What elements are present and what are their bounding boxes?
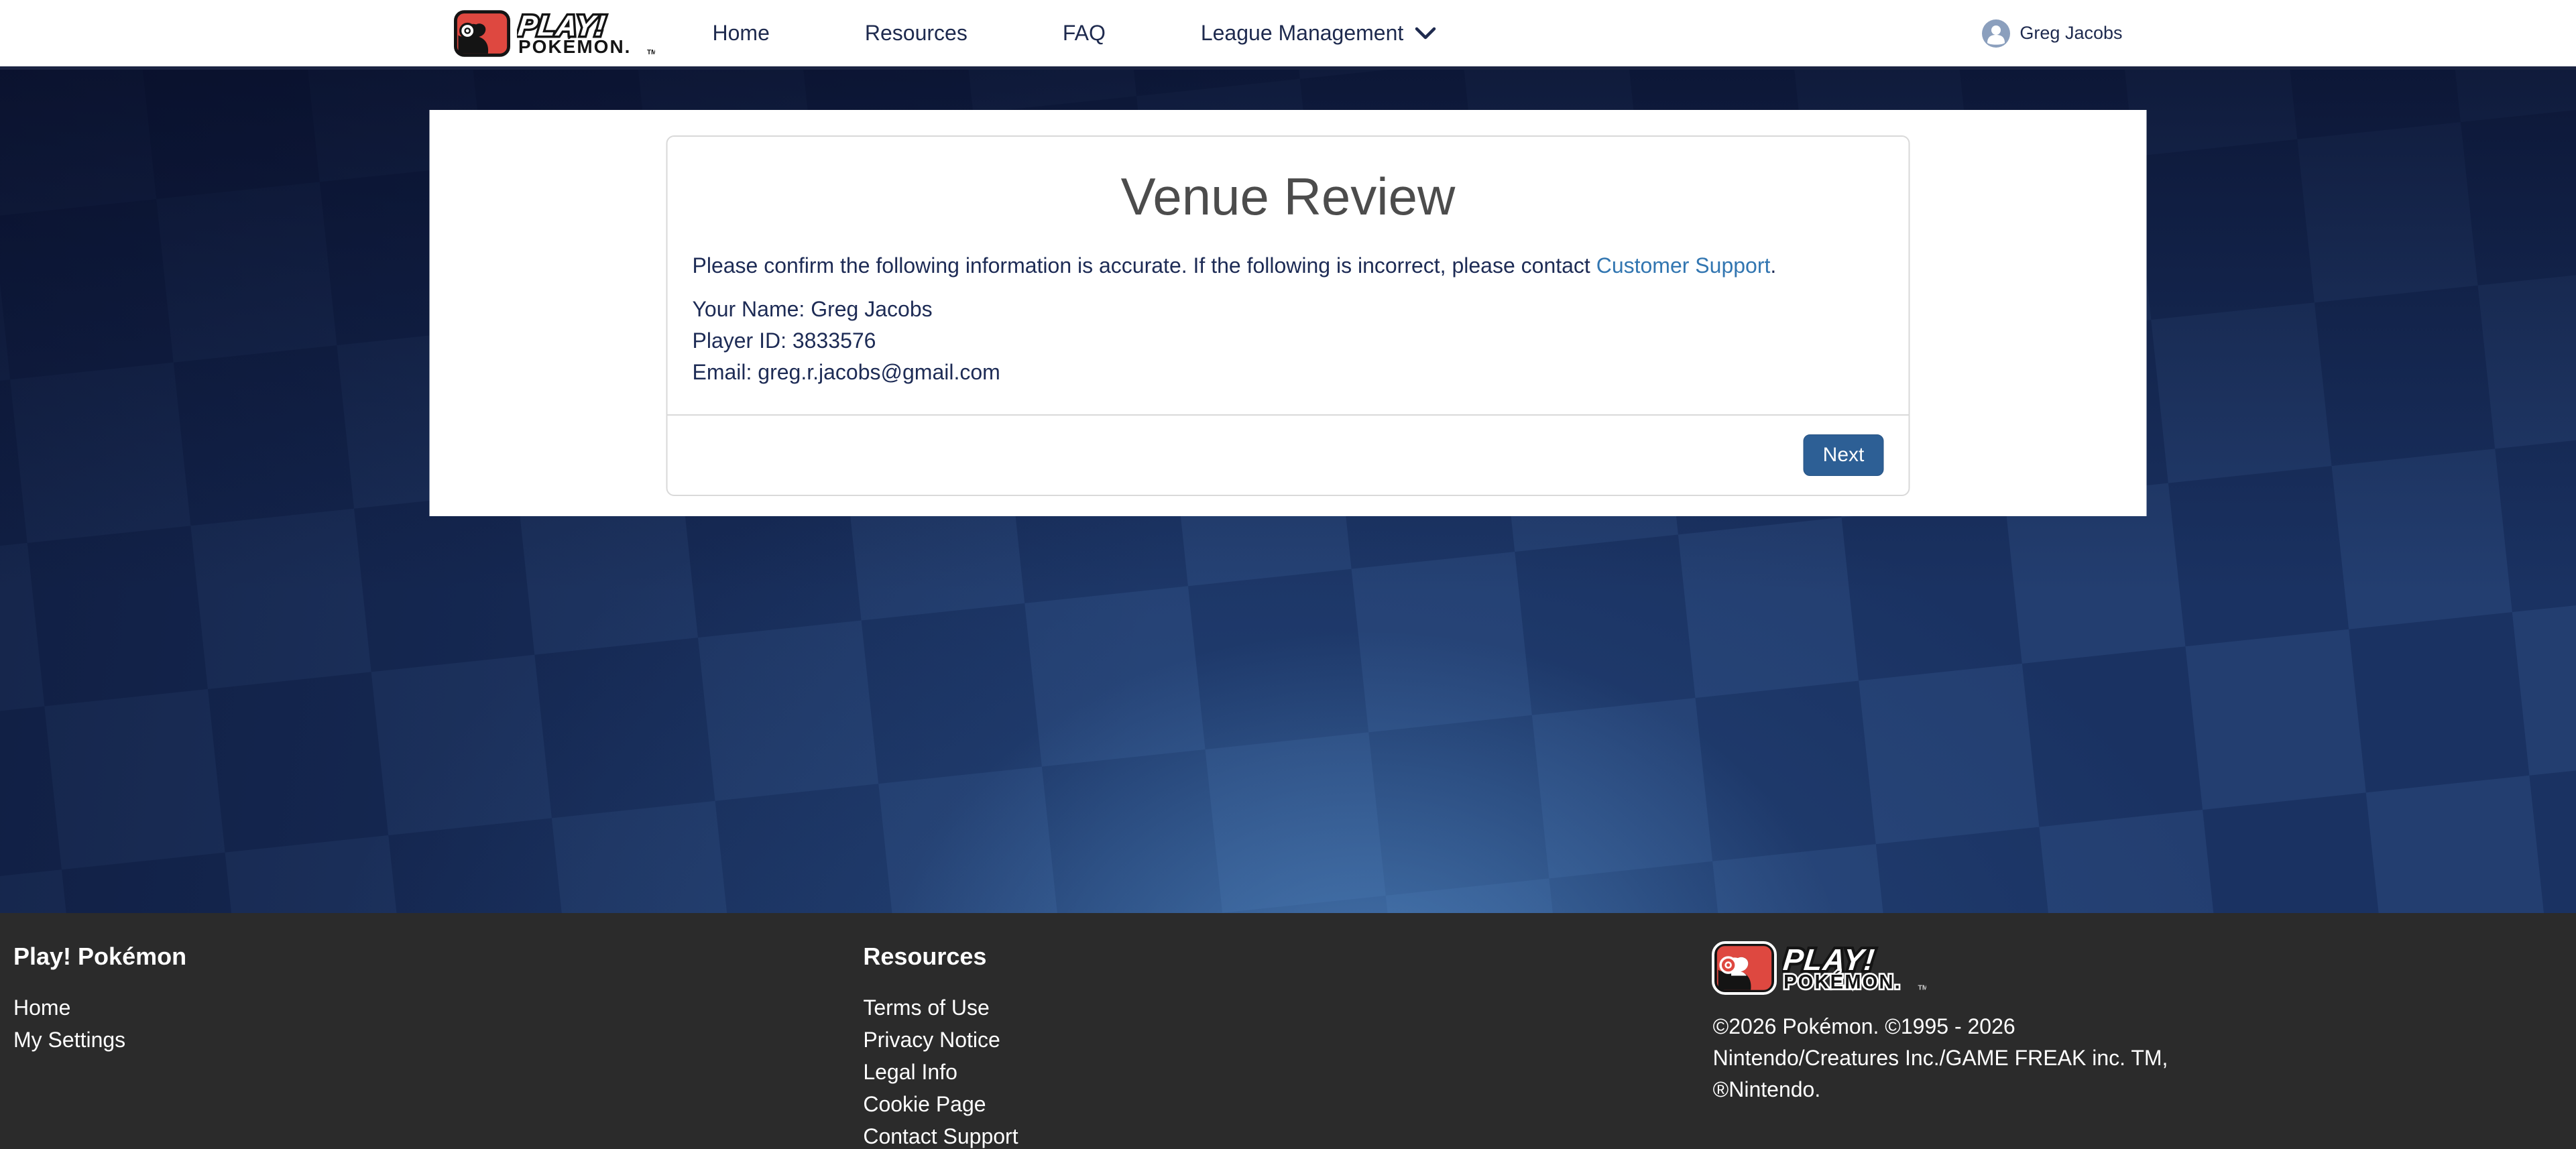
footer-column-resources: Resources Terms of Use Privacy Notice Le… xyxy=(863,943,1712,1149)
user-avatar-icon xyxy=(1982,19,2010,48)
svg-text:TM: TM xyxy=(1918,984,1926,991)
nav-item-league-management[interactable]: League Management xyxy=(1201,21,1437,46)
footer-heading-play-pokemon: Play! Pokémon xyxy=(13,943,863,971)
footer-heading-resources: Resources xyxy=(863,943,1712,971)
chevron-down-icon xyxy=(1414,27,1437,40)
footer-link-legal-info[interactable]: Legal Info xyxy=(863,1061,1712,1084)
footer-link-home[interactable]: Home xyxy=(13,996,863,1020)
field-your-name: Your Name: Greg Jacobs xyxy=(693,294,1884,325)
user-name: Greg Jacobs xyxy=(2019,23,2122,44)
copyright-line-2: Nintendo/Creatures Inc./GAME FREAK inc. … xyxy=(1713,1046,2168,1070)
top-navbar: PLAY! POKÉMON. TM Home Resources FAQ Lea… xyxy=(0,0,2576,70)
footer-play-pokemon-wordmark: PLAY! POKÉMON. TM xyxy=(1782,945,1926,991)
svg-text:POKÉMON.: POKÉMON. xyxy=(518,36,631,56)
next-button[interactable]: Next xyxy=(1804,434,1884,476)
page-title: Venue Review xyxy=(693,165,1884,228)
card-footer: Next xyxy=(668,414,1909,495)
field-your-name-value: Greg Jacobs xyxy=(811,297,932,321)
field-email: Email: greg.r.jacobs@gmail.com xyxy=(693,357,1884,388)
play-pokemon-logo[interactable]: PLAY! POKÉMON. TM xyxy=(454,10,655,57)
field-your-name-label: Your Name: xyxy=(693,297,805,321)
footer-brand-column: PLAY! POKÉMON. TM ©2026 Pokémon. ©1995 -… xyxy=(1713,943,2563,1149)
footer-link-my-settings[interactable]: My Settings xyxy=(13,1028,863,1052)
field-email-label: Email: xyxy=(693,360,752,384)
field-email-value: greg.r.jacobs@gmail.com xyxy=(758,360,1000,384)
footer-link-privacy-notice[interactable]: Privacy Notice xyxy=(863,1028,1712,1052)
intro-text-end: . xyxy=(1770,253,1776,278)
customer-support-link[interactable]: Customer Support xyxy=(1596,253,1771,278)
content-panel: Venue Review Please confirm the followin… xyxy=(430,110,2147,516)
footer-link-terms-of-use[interactable]: Terms of Use xyxy=(863,996,1712,1020)
nav-item-home[interactable]: Home xyxy=(713,21,770,46)
card-body: Venue Review Please confirm the followin… xyxy=(668,137,1909,414)
checkered-hero-background: Venue Review Please confirm the followin… xyxy=(0,70,2576,913)
field-player-id: Player ID: 3833576 xyxy=(693,325,1884,357)
footer-play-pokemon-badge-icon xyxy=(1713,943,1775,993)
intro-text: Please confirm the following information… xyxy=(693,253,1596,278)
nav-item-resources[interactable]: Resources xyxy=(865,21,968,46)
venue-review-card: Venue Review Please confirm the followin… xyxy=(666,135,1910,496)
svg-text:TM: TM xyxy=(647,49,655,56)
play-pokemon-badge-icon xyxy=(454,10,510,57)
field-player-id-value: 3833576 xyxy=(793,328,876,353)
play-pokemon-wordmark: PLAY! POKÉMON. TM xyxy=(517,11,655,56)
user-menu[interactable]: Greg Jacobs xyxy=(1982,19,2122,48)
primary-nav: Home Resources FAQ League Management xyxy=(713,21,1438,46)
footer-link-contact-support[interactable]: Contact Support xyxy=(863,1125,1712,1148)
footer-play-pokemon-logo: PLAY! POKÉMON. TM xyxy=(1713,943,2563,993)
copyright-line-3: ®Nintendo. xyxy=(1713,1077,1821,1101)
footer-link-cookie-page[interactable]: Cookie Page xyxy=(863,1093,1712,1116)
footer-column-play-pokemon: Play! Pokémon Home My Settings xyxy=(13,943,863,1149)
site-footer: Play! Pokémon Home My Settings Resources… xyxy=(0,913,2576,1149)
nav-item-league-management-label: League Management xyxy=(1201,21,1403,46)
confirmation-instructions: Please confirm the following information… xyxy=(693,252,1884,279)
player-info-fields: Your Name: Greg Jacobs Player ID: 383357… xyxy=(693,294,1884,388)
nav-item-faq[interactable]: FAQ xyxy=(1063,21,1106,46)
field-player-id-label: Player ID: xyxy=(693,328,786,353)
copyright-line-1: ©2026 Pokémon. ©1995 - 2026 xyxy=(1713,1014,2015,1038)
copyright-notice: ©2026 Pokémon. ©1995 - 2026 Nintendo/Cre… xyxy=(1713,1011,2563,1105)
svg-text:POKÉMON.: POKÉMON. xyxy=(1783,970,1901,991)
